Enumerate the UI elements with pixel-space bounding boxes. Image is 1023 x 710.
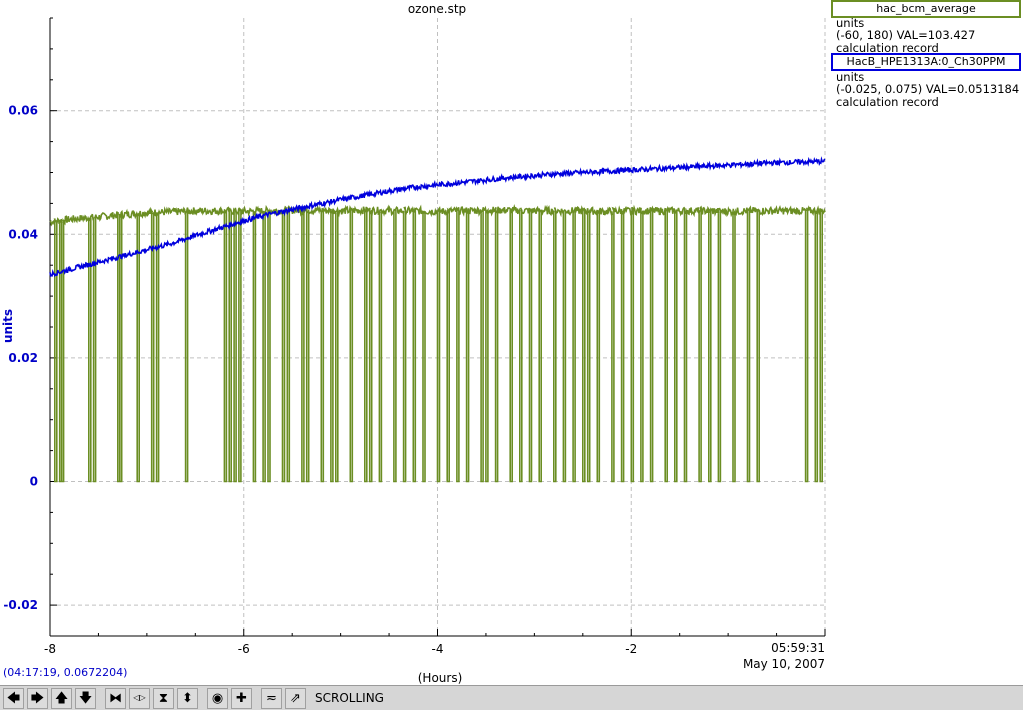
y-axis-label: units: [1, 309, 15, 343]
scroll-down-button[interactable]: 🡇: [75, 687, 96, 709]
compress-x-button[interactable]: ⧓: [105, 687, 126, 709]
expand-horizontal-icon: ◁▷: [133, 693, 146, 702]
arrow-left-icon: 🡄: [6, 690, 21, 706]
scroll-right-button[interactable]: 🡆: [27, 687, 48, 709]
y-tick-label: 0: [30, 475, 38, 489]
y-tick-label: 0.06: [8, 104, 38, 118]
y-tick-label: -0.02: [3, 598, 38, 612]
timestamp-date: May 10, 2007: [743, 657, 825, 671]
y-tick-label: 0.04: [8, 227, 38, 241]
x-tick-label: -2: [625, 642, 637, 656]
scroll-left-button[interactable]: 🡄: [3, 687, 24, 709]
arrow-down-icon: 🡇: [78, 690, 93, 706]
scroll-up-button[interactable]: 🡅: [51, 687, 72, 709]
stagger-arrow-icon: ⇗: [290, 690, 301, 706]
scrolling-mode-label: SCROLLING: [315, 691, 384, 705]
autoscale-button[interactable]: ≂: [261, 687, 282, 709]
x-tick-label: -6: [238, 642, 250, 656]
expand-x-button[interactable]: ◁▷: [129, 687, 150, 709]
circle-target-icon: ◉: [211, 690, 224, 706]
add-trace-button[interactable]: ✚: [231, 687, 252, 709]
stagger-button[interactable]: ⇗: [285, 687, 306, 709]
expand-vertical-icon: ⬍: [182, 690, 193, 706]
timestamp-time: 05:59:31: [771, 641, 825, 655]
compress-y-button[interactable]: ⧗: [153, 687, 174, 709]
x-axis-label: (Hours): [418, 671, 463, 685]
legend-note-2: calculation record: [836, 95, 939, 109]
reset-button[interactable]: ◉: [207, 687, 228, 709]
arrow-up-icon: 🡅: [54, 690, 69, 706]
legend-range-1: (-60, 180) VAL=103.427: [836, 28, 976, 42]
y-tick-label: 0.02: [8, 351, 38, 365]
autoscale-icon: ≂: [266, 690, 277, 706]
x-tick-label: -8: [44, 642, 56, 656]
plus-icon: ✚: [236, 690, 247, 706]
compress-horizontal-icon: ⧓: [109, 690, 122, 706]
series-line-hac-bcm-average: [49, 204, 826, 483]
toolbar: 🡄 🡆 🡅 🡇 ⧓ ◁▷ ⧗ ⬍ ◉ ✚ ≂ ⇗ SCROLLING: [0, 685, 1023, 710]
compress-vertical-icon: ⧗: [158, 690, 169, 706]
x-tick-label: -4: [432, 642, 444, 656]
plot-title: ozone.stp: [408, 2, 466, 16]
expand-y-button[interactable]: ⬍: [177, 687, 198, 709]
legend-box-hacb-hpe[interactable]: HacB_HPE1313A:0_Ch30PPM: [831, 53, 1021, 71]
legend-range-2: (-0.025, 0.075) VAL=0.0513184: [836, 82, 1020, 96]
arrow-right-icon: 🡆: [30, 690, 45, 706]
cursor-readout: (04:17:19, 0.0672204): [3, 666, 128, 679]
